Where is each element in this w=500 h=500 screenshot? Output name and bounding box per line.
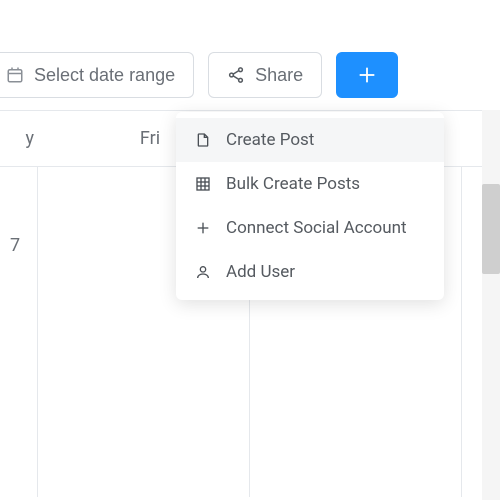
share-label: Share	[255, 65, 303, 86]
add-menu: Create Post Bulk Create Posts Connect So…	[176, 112, 444, 300]
menu-item-label: Add User	[226, 262, 295, 282]
menu-item-create-post[interactable]: Create Post	[176, 118, 444, 162]
date-range-label: Select date range	[34, 65, 175, 86]
grid-icon	[194, 176, 212, 192]
menu-item-bulk-create[interactable]: Bulk Create Posts	[176, 162, 444, 206]
day-number: 7	[10, 235, 20, 256]
date-range-button[interactable]: Select date range	[0, 52, 194, 98]
menu-item-connect-account[interactable]: Connect Social Account	[176, 206, 444, 250]
share-button[interactable]: Share	[208, 52, 322, 98]
add-button[interactable]	[336, 52, 398, 98]
share-icon	[227, 66, 245, 84]
day-header-partial: y	[0, 128, 38, 149]
scrollbar-track[interactable]	[482, 110, 500, 500]
file-icon	[194, 132, 212, 148]
calendar-cell[interactable]: 7	[0, 167, 38, 497]
menu-item-label: Connect Social Account	[226, 218, 407, 238]
menu-item-label: Bulk Create Posts	[226, 174, 360, 194]
plus-icon	[356, 64, 378, 86]
menu-item-add-user[interactable]: Add User	[176, 250, 444, 294]
user-icon	[194, 264, 212, 280]
plus-icon	[194, 220, 212, 236]
menu-item-label: Create Post	[226, 130, 314, 150]
calendar-icon	[6, 66, 24, 84]
toolbar: Select date range Share	[0, 0, 500, 110]
scrollbar-thumb[interactable]	[482, 184, 500, 274]
